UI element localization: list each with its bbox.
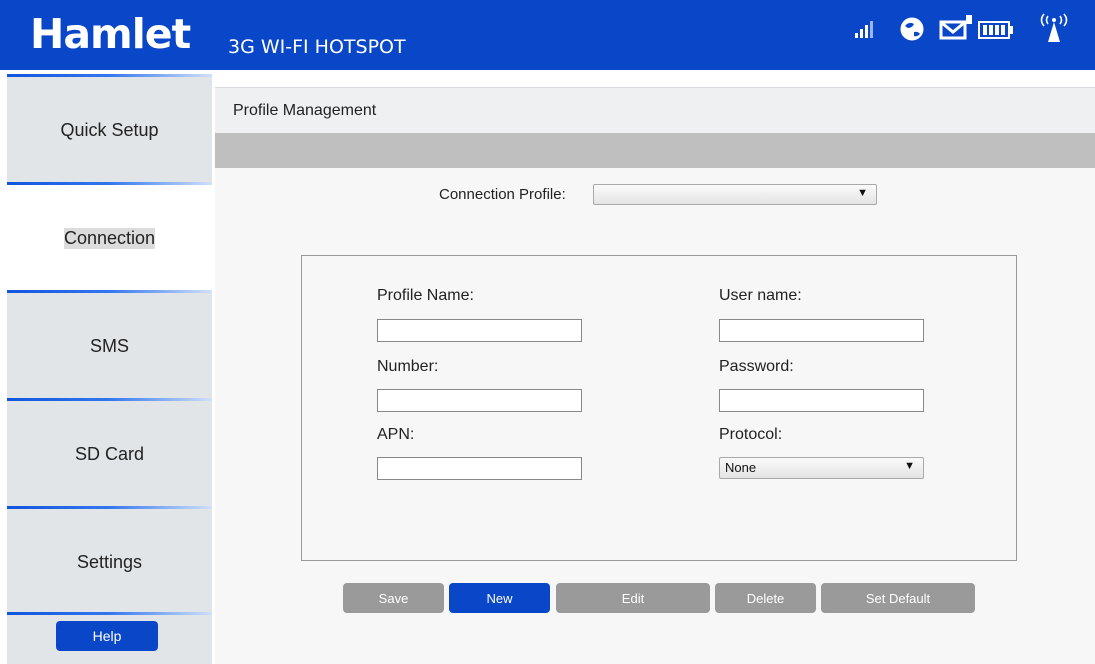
sidebar-item-label: Connection bbox=[63, 227, 156, 249]
password-label: Password: bbox=[719, 358, 794, 375]
sidebar-item-sd-card[interactable]: SD Card bbox=[7, 401, 212, 507]
signal-strength-icon bbox=[853, 12, 875, 47]
sidebar-item-quick-setup[interactable]: Quick Setup bbox=[7, 77, 212, 183]
set-default-button[interactable]: Set Default bbox=[821, 583, 975, 613]
sms-envelope-icon bbox=[939, 12, 975, 47]
profile-name-label: Profile Name: bbox=[377, 287, 474, 304]
sidebar-nav: Quick Setup Connection SMS SD Card Setti… bbox=[0, 70, 212, 664]
panel-toolbar-strip bbox=[215, 133, 1095, 168]
edit-button[interactable]: Edit bbox=[556, 583, 710, 613]
help-button[interactable]: Help bbox=[56, 621, 158, 651]
protocol-select[interactable]: None ▼ bbox=[719, 457, 924, 479]
chevron-down-icon: ▼ bbox=[857, 187, 868, 199]
connection-profile-label: Connection Profile: bbox=[439, 186, 566, 203]
sidebar-item-label: SMS bbox=[89, 335, 129, 356]
new-button[interactable]: New bbox=[449, 583, 550, 613]
status-icons bbox=[853, 12, 1073, 48]
password-input[interactable] bbox=[719, 389, 924, 412]
apn-label: APN: bbox=[377, 426, 415, 443]
sidebar-item-connection[interactable]: Connection bbox=[7, 185, 212, 291]
wifi-broadcast-icon bbox=[1039, 12, 1069, 49]
page-title: Profile Management bbox=[233, 102, 377, 119]
connection-profile-select[interactable]: ▼ bbox=[593, 184, 877, 205]
save-button[interactable]: Save bbox=[343, 583, 444, 613]
number-input[interactable] bbox=[377, 389, 582, 412]
chevron-down-icon: ▼ bbox=[904, 460, 915, 472]
sidebar-item-label: Quick Setup bbox=[60, 119, 159, 140]
battery-icon bbox=[977, 12, 1017, 47]
profile-name-input[interactable] bbox=[377, 319, 582, 342]
user-name-input[interactable] bbox=[719, 319, 924, 342]
sidebar-item-label: SD Card bbox=[74, 443, 145, 464]
delete-button[interactable]: Delete bbox=[715, 583, 816, 613]
device-subtitle: 3G WI-FI HOTSPOT bbox=[228, 36, 406, 58]
brand-logo: Hamlet bbox=[30, 10, 191, 58]
user-name-label: User name: bbox=[719, 287, 802, 304]
protocol-label: Protocol: bbox=[719, 426, 783, 443]
panel-header: Profile Management bbox=[215, 87, 1095, 134]
protocol-value: None bbox=[725, 460, 757, 475]
internet-globe-icon bbox=[897, 12, 927, 47]
sidebar-item-label: Settings bbox=[76, 551, 143, 572]
sidebar-item-sms[interactable]: SMS bbox=[7, 293, 212, 399]
number-label: Number: bbox=[377, 358, 439, 375]
sidebar-item-settings[interactable]: Settings bbox=[7, 509, 212, 615]
header-bar: Hamlet 3G WI-FI HOTSPOT bbox=[0, 0, 1095, 70]
apn-input[interactable] bbox=[377, 457, 582, 480]
